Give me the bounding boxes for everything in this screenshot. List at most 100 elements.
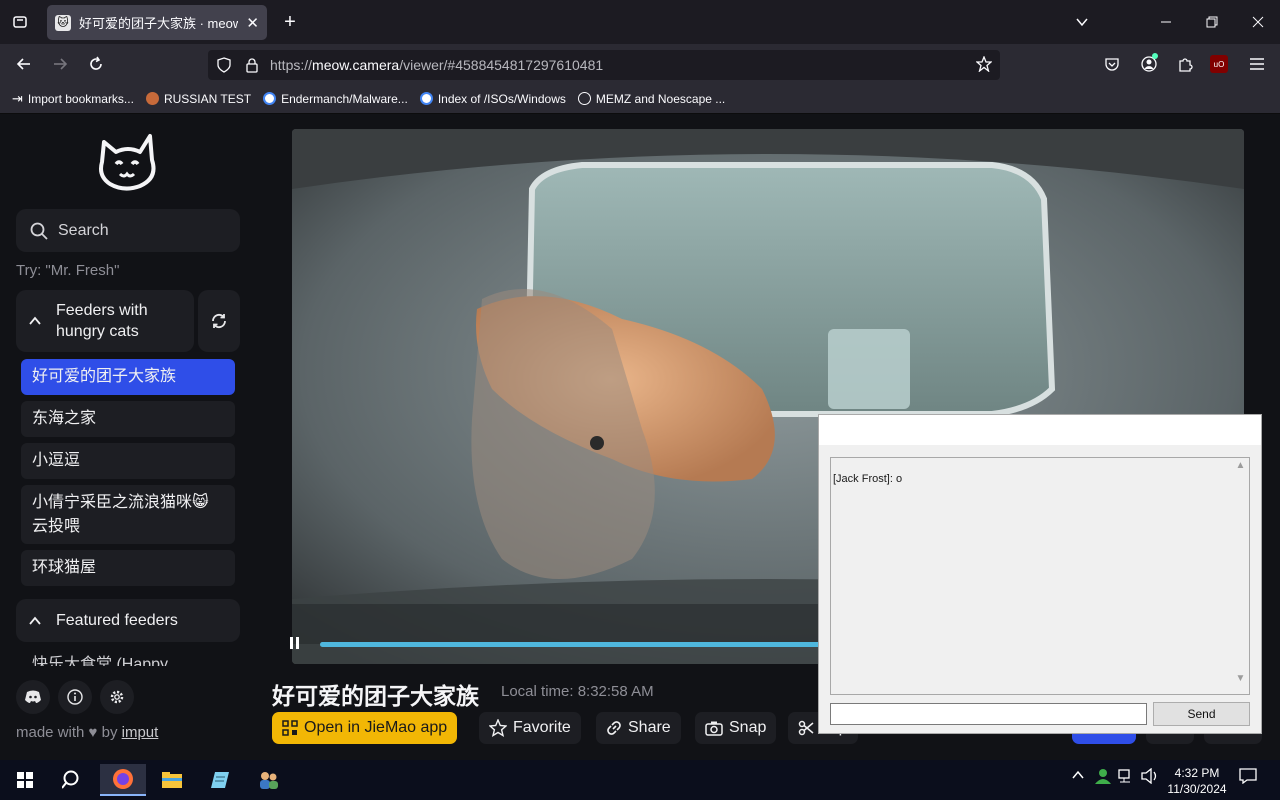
tracking-protection-shield-icon[interactable] bbox=[214, 55, 234, 75]
heart-icon: ♥ bbox=[88, 724, 98, 741]
info-icon bbox=[67, 689, 83, 705]
group-title: Featured feeders bbox=[56, 611, 178, 629]
lock-icon[interactable] bbox=[242, 55, 262, 75]
minimize-window-icon[interactable] bbox=[1156, 12, 1176, 32]
forward-arrow-icon[interactable] bbox=[50, 54, 70, 74]
feeder-item-label: 小倩宁采臣之流浪猫咪😸 云投喂 bbox=[32, 493, 209, 535]
gear-icon bbox=[110, 690, 124, 704]
url-scheme: https:// bbox=[270, 57, 313, 73]
search-placeholder: Search bbox=[58, 221, 109, 239]
chat-input[interactable] bbox=[830, 703, 1147, 725]
camera-title: 好可爱的团子大家族 bbox=[272, 683, 479, 709]
chat-message: [Jack Frost]: o bbox=[833, 473, 903, 485]
open-in-app-label: Open in JieMao app bbox=[304, 719, 448, 736]
file-explorer-icon[interactable] bbox=[149, 764, 195, 796]
link-icon bbox=[607, 721, 621, 735]
chat-window-titlebar[interactable] bbox=[819, 415, 1261, 445]
search-icon bbox=[30, 222, 48, 240]
bookmark-endermanch[interactable]: Endermanch/Malware... bbox=[263, 92, 408, 106]
feeder-item-active[interactable]: 好可爱的团子大家族 bbox=[21, 359, 235, 395]
feeder-item[interactable]: 小倩宁采臣之流浪猫咪😸 云投喂 bbox=[21, 485, 235, 544]
firefox-taskbar-icon[interactable] bbox=[100, 764, 146, 796]
scroll-down-arrow-icon[interactable]: ▼ bbox=[1232, 673, 1249, 684]
open-in-app-button[interactable]: Open in JieMao app bbox=[272, 712, 458, 744]
imput-link[interactable]: imput bbox=[122, 724, 159, 741]
feeder-item[interactable]: 东海之家 bbox=[21, 401, 235, 437]
feeder-item-partial[interactable]: 快乐大食堂 (Happy bbox=[21, 650, 235, 666]
settings-button[interactable] bbox=[100, 680, 134, 714]
import-icon: ⇥ bbox=[12, 90, 23, 106]
close-window-icon[interactable] bbox=[1248, 12, 1268, 32]
info-button[interactable] bbox=[58, 680, 92, 714]
taskbar-clock[interactable]: 4:32 PM 11/30/2024 bbox=[1165, 765, 1229, 797]
chat-log[interactable] bbox=[830, 457, 1250, 695]
discord-icon bbox=[25, 690, 41, 703]
share-button[interactable]: Share bbox=[596, 712, 681, 744]
list-all-tabs-chevron-icon[interactable] bbox=[1072, 12, 1092, 32]
bookmark-russian-test[interactable]: RUSSIAN TEST bbox=[145, 91, 252, 106]
bookmark-star-icon[interactable] bbox=[974, 54, 994, 74]
ublock-origin-icon[interactable]: uO bbox=[1210, 55, 1228, 73]
chat-scrollbar[interactable]: ▲ ▼ bbox=[1232, 458, 1249, 694]
refresh-icon bbox=[212, 313, 226, 329]
bookmark-isos[interactable]: Index of /ISOs/Windows bbox=[419, 91, 566, 106]
made-with-footer: made with ♥ by imput bbox=[16, 724, 158, 741]
pocket-icon[interactable] bbox=[1102, 54, 1122, 74]
app-menu-hamburger-icon[interactable] bbox=[1247, 54, 1267, 74]
reload-icon[interactable] bbox=[86, 54, 106, 74]
feeder-item[interactable]: 环球猫屋 bbox=[21, 550, 235, 586]
chevron-up-icon bbox=[29, 316, 41, 325]
url-path: /viewer/#4588454817297610481 bbox=[399, 57, 604, 73]
group-toggle-featured[interactable]: Featured feeders bbox=[16, 599, 240, 642]
windows-start-icon[interactable] bbox=[2, 764, 48, 796]
show-hidden-icons-chevron[interactable] bbox=[1072, 768, 1084, 784]
pause-icon bbox=[290, 637, 299, 649]
tab-list-icon[interactable] bbox=[10, 12, 30, 32]
notepad-icon[interactable] bbox=[197, 764, 243, 796]
feeder-item[interactable]: 小逗逗 bbox=[21, 443, 235, 479]
clock-time: 4:32 PM bbox=[1174, 766, 1220, 780]
back-arrow-icon[interactable] bbox=[14, 54, 34, 74]
bookmark-label: Endermanch/Malware... bbox=[281, 91, 408, 106]
bookmark-label: RUSSIAN TEST bbox=[163, 91, 252, 106]
refresh-button[interactable] bbox=[198, 290, 240, 352]
volume-icon[interactable] bbox=[1141, 767, 1159, 787]
taskbar-search-icon[interactable] bbox=[49, 764, 95, 796]
chevron-up-icon bbox=[29, 616, 41, 625]
camera-icon bbox=[705, 721, 723, 736]
video-progress-fill bbox=[320, 642, 824, 647]
clock-date: 11/30/2024 bbox=[1167, 782, 1227, 796]
new-tab-button[interactable]: + bbox=[280, 11, 300, 33]
extensions-puzzle-icon[interactable] bbox=[1175, 54, 1195, 74]
notifications-icon[interactable] bbox=[1239, 768, 1257, 787]
url-text[interactable]: https://meow.camera/viewer/#458845481729… bbox=[270, 57, 603, 73]
qr-code-icon bbox=[282, 720, 298, 736]
bookmark-label: Index of /ISOs/Windows bbox=[437, 91, 566, 106]
snap-button[interactable]: Snap bbox=[695, 712, 777, 744]
cat-logo-icon[interactable] bbox=[94, 130, 162, 192]
scissors-icon bbox=[798, 720, 814, 736]
group-toggle-hungry-cats[interactable]: Feeders with hungry cats bbox=[16, 290, 194, 352]
close-tab-icon[interactable]: ✕ bbox=[246, 14, 259, 32]
favorite-button[interactable]: Favorite bbox=[479, 712, 581, 744]
star-icon bbox=[489, 719, 507, 737]
users-app-icon[interactable] bbox=[246, 764, 292, 796]
google-favicon-icon bbox=[419, 92, 433, 105]
restore-window-icon[interactable] bbox=[1202, 12, 1222, 32]
send-button[interactable]: Send bbox=[1153, 702, 1250, 726]
bookmark-favicon-icon bbox=[145, 92, 159, 105]
local-time: Local time: 8:32:58 AM bbox=[501, 683, 654, 700]
made-with-text: made with bbox=[16, 724, 85, 741]
people-tray-icon[interactable] bbox=[1094, 768, 1112, 787]
bookmark-label: MEMZ and Noescape ... bbox=[595, 91, 726, 106]
scroll-up-arrow-icon[interactable]: ▲ bbox=[1232, 460, 1249, 471]
discord-button[interactable] bbox=[16, 680, 50, 714]
bookmark-memz[interactable]: MEMZ and Noescape ... bbox=[577, 91, 726, 106]
account-notification-dot bbox=[1152, 53, 1158, 59]
pause-button[interactable] bbox=[290, 636, 302, 652]
google-favicon-icon bbox=[263, 92, 277, 105]
search-input[interactable]: Search bbox=[16, 209, 240, 252]
network-icon[interactable] bbox=[1118, 768, 1134, 787]
tab-active[interactable]: 🐱 好可爱的团子大家族 · meow.ca ✕ bbox=[47, 5, 267, 40]
bookmark-import[interactable]: ⇥ Import bookmarks... bbox=[12, 91, 134, 107]
